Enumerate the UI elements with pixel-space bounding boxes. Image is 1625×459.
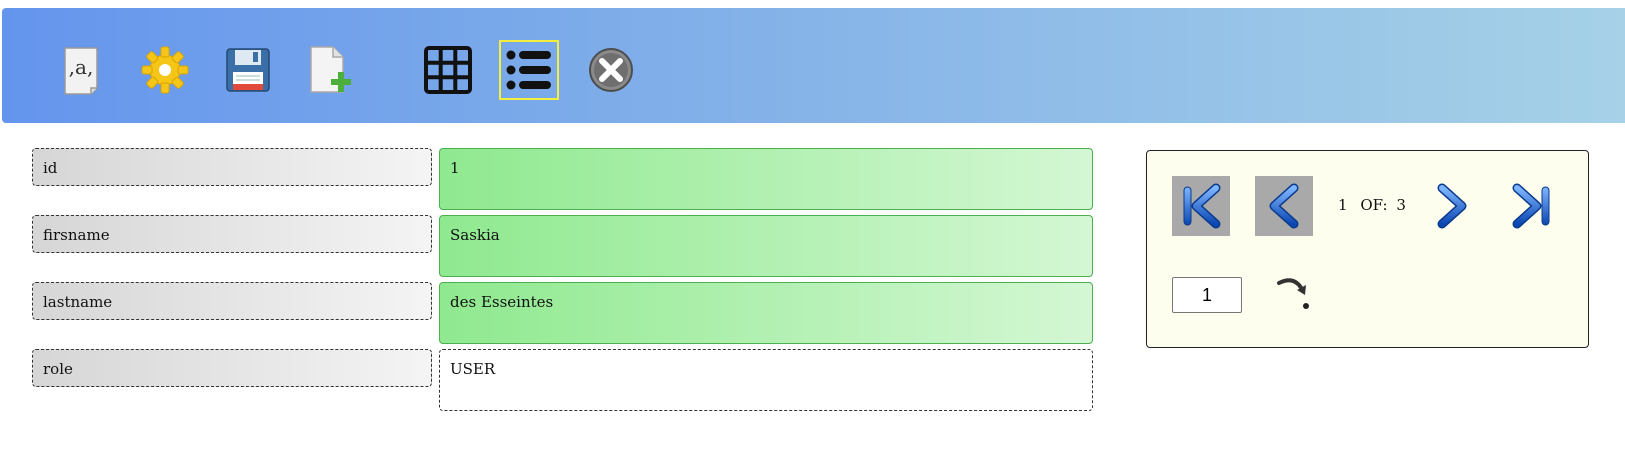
pager-panel: 1 OF: 3: [1146, 150, 1589, 348]
go-arrow-icon[interactable]: [1275, 273, 1315, 313]
svg-text:,a,: ,a,: [69, 55, 94, 79]
field-label: firsname: [32, 215, 432, 253]
field-value-firsname[interactable]: Saskia: [439, 215, 1093, 277]
field-label: id: [32, 148, 432, 186]
previous-page-icon[interactable]: [1255, 176, 1313, 236]
close-icon[interactable]: [581, 40, 641, 100]
current-page: 1: [1338, 196, 1348, 214]
gear-icon[interactable]: [135, 40, 195, 100]
total-pages: 3: [1396, 196, 1406, 214]
text-quote-icon[interactable]: ,a,: [51, 40, 111, 100]
field-label: role: [32, 349, 432, 387]
goto-page-input[interactable]: [1172, 277, 1242, 313]
page-indicator: 1 OF: 3: [1338, 196, 1414, 214]
field-value-lastname[interactable]: des Esseintes: [439, 282, 1093, 344]
list-view-icon[interactable]: [499, 40, 559, 100]
field-value-role[interactable]: USER: [439, 349, 1093, 411]
new-document-icon[interactable]: [300, 40, 360, 100]
field-label: lastname: [32, 282, 432, 320]
save-floppy-icon[interactable]: [218, 40, 278, 100]
first-page-icon[interactable]: [1172, 176, 1230, 236]
last-page-icon[interactable]: [1503, 176, 1561, 236]
grid-view-icon[interactable]: [418, 40, 478, 100]
field-value-id[interactable]: 1: [439, 148, 1093, 210]
of-label: OF:: [1360, 196, 1388, 214]
toolbar: ,a,: [2, 8, 1625, 123]
next-page-icon[interactable]: [1423, 176, 1481, 236]
